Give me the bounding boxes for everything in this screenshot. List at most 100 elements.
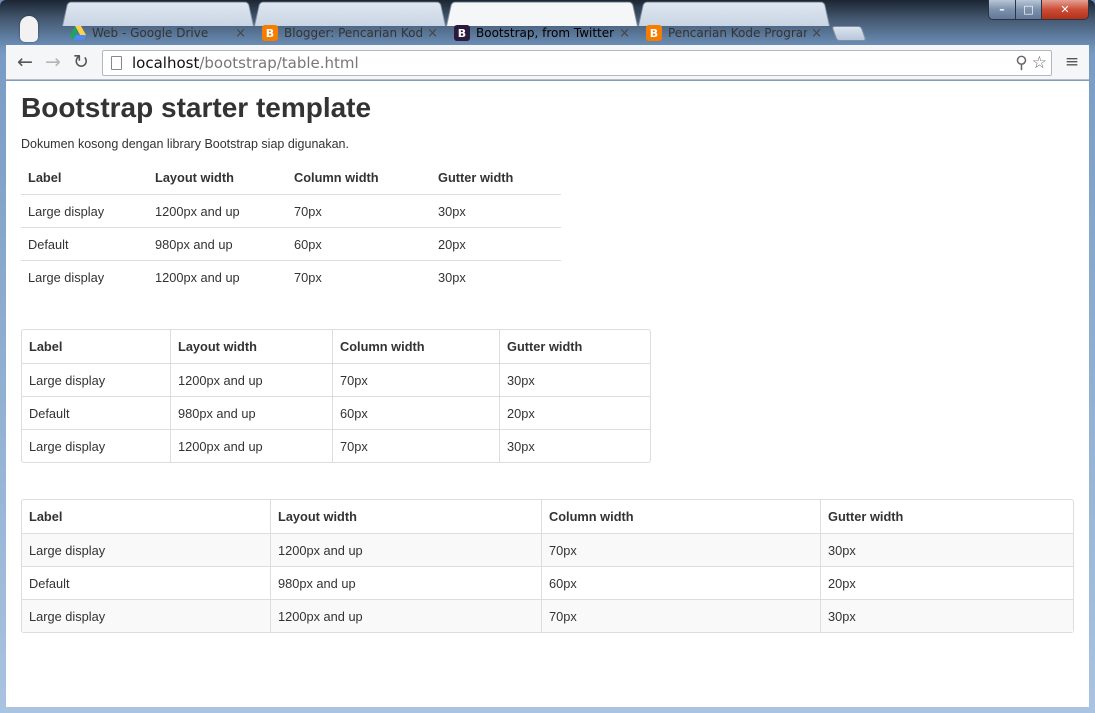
table-row: Large display 1200px and up 70px 30px: [21, 363, 650, 396]
table-row: Large display 1200px and up 70px 30px: [21, 194, 561, 227]
table-row: Large display 1200px and up 70px 30px: [21, 429, 650, 462]
table-cell: 1200px and up: [148, 260, 287, 293]
table-bordered: Label Layout width Column width Gutter w…: [21, 329, 651, 463]
new-tab-button[interactable]: [831, 26, 867, 41]
table-cell: 70px: [287, 260, 431, 293]
table-cell: Large display: [21, 429, 170, 462]
table-striped-bordered: Label Layout width Column width Gutter w…: [21, 499, 1074, 633]
forward-button[interactable]: →: [39, 48, 67, 76]
table-cell: 980px and up: [170, 396, 332, 429]
table-cell: 980px and up: [270, 566, 541, 599]
page-title: Bootstrap starter template: [21, 92, 372, 123]
user-profile-icon[interactable]: [20, 16, 38, 42]
url-text[interactable]: localhost/bootstrap/table.html: [132, 54, 359, 72]
tab-pencarian[interactable]: B Pencarian Kode Program, ×: [646, 20, 822, 46]
blogger-icon: B: [646, 25, 662, 41]
table-cell: 30px: [499, 363, 650, 396]
table-cell: 30px: [820, 533, 1073, 566]
table-cell: 30px: [431, 194, 561, 227]
column-header: Layout width: [155, 170, 234, 185]
back-button[interactable]: ←: [11, 48, 39, 76]
table-cell: 60px: [541, 566, 820, 599]
table-header-row: Label Layout width Column width Gutter w…: [21, 500, 1073, 533]
column-header: Column width: [541, 500, 820, 533]
table-cell: 70px: [287, 194, 431, 227]
table-cell: 20px: [499, 396, 650, 429]
tab-title: Pencarian Kode Program,: [668, 26, 808, 40]
table-cell: Large display: [21, 260, 148, 293]
tab-title: Blogger: Pencarian Kode P: [284, 26, 424, 40]
table-cell: 60px: [332, 396, 499, 429]
table-cell: 70px: [332, 429, 499, 462]
table-row: Large display 1200px and up 70px 30px: [21, 260, 561, 293]
table-cell: 1200px and up: [170, 429, 332, 462]
maximize-button[interactable]: □: [1016, 0, 1042, 19]
table-cell: 1200px and up: [170, 363, 332, 396]
reload-button[interactable]: ↻: [67, 48, 95, 76]
column-header: Label: [21, 330, 170, 363]
table-basic: Label Layout width Column width Gutter w…: [21, 161, 561, 293]
page-viewport: Bootstrap starter template Dokumen koson…: [6, 81, 1089, 707]
close-window-button[interactable]: ✕: [1042, 0, 1088, 19]
table-row: Default 980px and up 60px 20px: [21, 227, 561, 260]
column-header: Gutter width: [820, 500, 1073, 533]
table-cell: Default: [21, 227, 148, 260]
column-header: Label: [21, 500, 270, 533]
bookmark-star-icon[interactable]: ☆: [1032, 53, 1047, 73]
table-cell: 70px: [541, 533, 820, 566]
table-header-row: Label Layout width Column width Gutter w…: [21, 161, 561, 194]
page-icon: [111, 56, 122, 70]
table-cell: Large display: [21, 194, 148, 227]
table-cell: Large display: [21, 533, 270, 566]
table-cell: Default: [21, 566, 270, 599]
menu-button[interactable]: ≡: [1059, 49, 1085, 75]
tab-google-drive[interactable]: Web - Google Drive ×: [70, 20, 246, 46]
address-bar[interactable]: localhost/bootstrap/table.html ⚲ ☆: [102, 50, 1052, 76]
tab-title: Web - Google Drive: [92, 26, 209, 40]
column-header: Layout width: [270, 500, 541, 533]
table-row: Large display 1200px and up 70px 30px: [21, 533, 1073, 566]
close-tab-icon[interactable]: ×: [811, 26, 822, 41]
tab-bootstrap[interactable]: B Bootstrap, from Twitter ×: [454, 20, 630, 46]
bootstrap-icon: B: [454, 25, 470, 41]
table-row: Default 980px and up 60px 20px: [21, 396, 650, 429]
table-cell: Default: [21, 396, 170, 429]
column-header: Column width: [332, 330, 499, 363]
table-cell: 1200px and up: [270, 599, 541, 632]
table-cell: 70px: [541, 599, 820, 632]
table-row: Default 980px and up 60px 20px: [21, 566, 1073, 599]
table-cell: 30px: [431, 260, 561, 293]
column-header: Column width: [294, 170, 379, 185]
table-cell: Large display: [21, 599, 270, 632]
url-path: /bootstrap/table.html: [199, 54, 359, 72]
tab-title: Bootstrap, from Twitter: [476, 26, 615, 40]
column-header: Gutter width: [499, 330, 650, 363]
column-header: Label: [28, 170, 62, 185]
omnibox-icons: ⚲ ☆: [1015, 53, 1047, 73]
table-cell: Large display: [21, 363, 170, 396]
google-drive-icon: [70, 25, 86, 41]
table-cell: 60px: [287, 227, 431, 260]
blogger-icon: B: [262, 25, 278, 41]
table-cell: 1200px and up: [148, 194, 287, 227]
table-header-row: Label Layout width Column width Gutter w…: [21, 330, 650, 363]
search-icon[interactable]: ⚲: [1015, 53, 1027, 73]
table-cell: 30px: [820, 599, 1073, 632]
minimize-button[interactable]: –: [989, 0, 1016, 19]
window-controls: – □ ✕: [988, 0, 1089, 20]
table-cell: 980px and up: [148, 227, 287, 260]
browser-window: – □ ✕ Web - Google Drive × B Blogger: Pe…: [0, 0, 1095, 713]
close-tab-icon[interactable]: ×: [427, 26, 438, 41]
table-cell: 30px: [499, 429, 650, 462]
table-row: Large display 1200px and up 70px 30px: [21, 599, 1073, 632]
table-cell: 20px: [820, 566, 1073, 599]
table-cell: 70px: [332, 363, 499, 396]
page-content: Bootstrap starter template Dokumen koson…: [6, 93, 1089, 633]
column-header: Layout width: [170, 330, 332, 363]
table-cell: 20px: [431, 227, 561, 260]
close-tab-icon[interactable]: ×: [235, 26, 246, 41]
tab-blogger[interactable]: B Blogger: Pencarian Kode P ×: [262, 20, 438, 46]
close-tab-icon[interactable]: ×: [619, 26, 630, 41]
toolbar: ← → ↻ localhost/bootstrap/table.html ⚲ ☆…: [6, 45, 1089, 80]
window-bottom-border: [0, 707, 1095, 713]
